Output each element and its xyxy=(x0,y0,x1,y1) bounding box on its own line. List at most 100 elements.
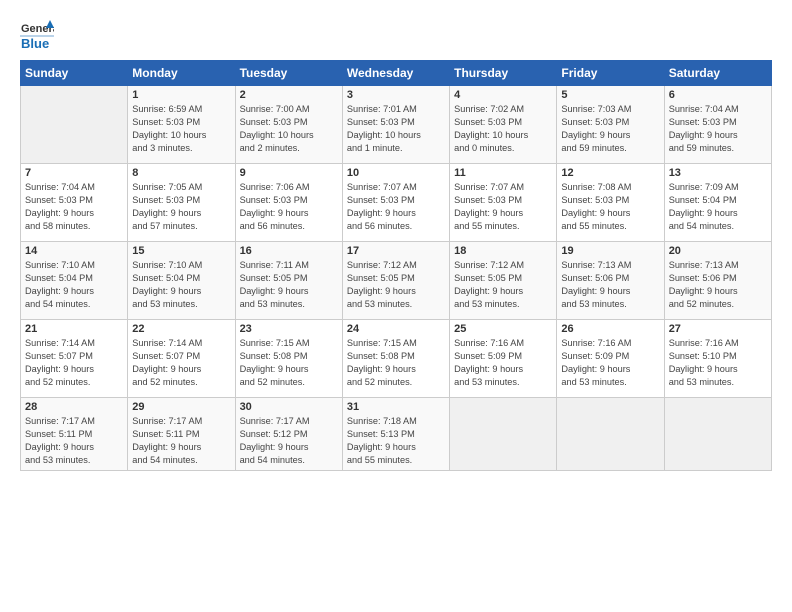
col-header-saturday: Saturday xyxy=(664,61,771,86)
day-number: 25 xyxy=(454,323,552,335)
day-info: Sunrise: 7:17 AM Sunset: 5:11 PM Dayligh… xyxy=(25,415,123,467)
calendar-table: SundayMondayTuesdayWednesdayThursdayFrid… xyxy=(20,60,772,471)
calendar-cell: 5 Sunrise: 7:03 AM Sunset: 5:03 PM Daylig… xyxy=(557,86,664,164)
day-info: Sunrise: 7:07 AM Sunset: 5:03 PM Dayligh… xyxy=(454,181,552,233)
day-info: Sunrise: 7:04 AM Sunset: 5:03 PM Dayligh… xyxy=(669,103,767,155)
calendar-cell: 30 Sunrise: 7:17 AM Sunset: 5:12 PM Dayli… xyxy=(235,398,342,471)
day-info: Sunrise: 7:12 AM Sunset: 5:05 PM Dayligh… xyxy=(454,259,552,311)
calendar-cell xyxy=(21,86,128,164)
day-info: Sunrise: 7:06 AM Sunset: 5:03 PM Dayligh… xyxy=(240,181,338,233)
calendar-cell: 19Sunrise: 7:13 AM Sunset: 5:06 PM Dayli… xyxy=(557,242,664,320)
calendar-cell: 8 Sunrise: 7:05 AM Sunset: 5:03 PM Daylig… xyxy=(128,164,235,242)
day-number: 21 xyxy=(25,323,123,335)
calendar-cell: 2Sunrise: 7:00 AM Sunset: 5:03 PM Daylig… xyxy=(235,86,342,164)
day-info: Sunrise: 7:17 AM Sunset: 5:12 PM Dayligh… xyxy=(240,415,338,467)
day-number: 9 xyxy=(240,167,338,179)
calendar-cell: 22 Sunrise: 7:14 AM Sunset: 5:07 PM Dayli… xyxy=(128,320,235,398)
day-number: 5 xyxy=(561,89,659,101)
day-number: 3 xyxy=(347,89,445,101)
calendar-cell: 13 Sunrise: 7:09 AM Sunset: 5:04 PM Dayli… xyxy=(664,164,771,242)
calendar-cell: 27Sunrise: 7:16 AM Sunset: 5:10 PM Dayli… xyxy=(664,320,771,398)
calendar-cell: 9 Sunrise: 7:06 AM Sunset: 5:03 PM Daylig… xyxy=(235,164,342,242)
day-info: Sunrise: 7:00 AM Sunset: 5:03 PM Dayligh… xyxy=(240,103,338,155)
calendar-cell: 24Sunrise: 7:15 AM Sunset: 5:08 PM Dayli… xyxy=(342,320,449,398)
logo-graphic: General Blue xyxy=(20,18,54,52)
day-info: Sunrise: 7:14 AM Sunset: 5:07 PM Dayligh… xyxy=(132,337,230,389)
day-info: Sunrise: 7:04 AM Sunset: 5:03 PM Dayligh… xyxy=(25,181,123,233)
day-number: 8 xyxy=(132,167,230,179)
calendar-cell: 14 Sunrise: 7:10 AM Sunset: 5:04 PM Dayli… xyxy=(21,242,128,320)
day-info: Sunrise: 7:08 AM Sunset: 5:03 PM Dayligh… xyxy=(561,181,659,233)
page-header: General Blue xyxy=(20,18,772,52)
day-info: Sunrise: 7:13 AM Sunset: 5:06 PM Dayligh… xyxy=(669,259,767,311)
day-info: Sunrise: 7:16 AM Sunset: 5:09 PM Dayligh… xyxy=(454,337,552,389)
calendar-cell: 3Sunrise: 7:01 AM Sunset: 5:03 PM Daylig… xyxy=(342,86,449,164)
day-number: 23 xyxy=(240,323,338,335)
calendar-cell: 25 Sunrise: 7:16 AM Sunset: 5:09 PM Dayli… xyxy=(450,320,557,398)
day-number: 1 xyxy=(132,89,230,101)
day-number: 16 xyxy=(240,245,338,257)
day-info: Sunrise: 7:03 AM Sunset: 5:03 PM Dayligh… xyxy=(561,103,659,155)
logo: General Blue xyxy=(20,18,54,52)
calendar-cell: 6 Sunrise: 7:04 AM Sunset: 5:03 PM Daylig… xyxy=(664,86,771,164)
day-info: Sunrise: 6:59 AM Sunset: 5:03 PM Dayligh… xyxy=(132,103,230,155)
day-info: Sunrise: 7:16 AM Sunset: 5:10 PM Dayligh… xyxy=(669,337,767,389)
day-number: 29 xyxy=(132,401,230,413)
day-number: 24 xyxy=(347,323,445,335)
calendar-cell: 16Sunrise: 7:11 AM Sunset: 5:05 PM Dayli… xyxy=(235,242,342,320)
col-header-wednesday: Wednesday xyxy=(342,61,449,86)
col-header-sunday: Sunday xyxy=(21,61,128,86)
calendar-cell: 29 Sunrise: 7:17 AM Sunset: 5:11 PM Dayli… xyxy=(128,398,235,471)
col-header-friday: Friday xyxy=(557,61,664,86)
day-info: Sunrise: 7:16 AM Sunset: 5:09 PM Dayligh… xyxy=(561,337,659,389)
calendar-cell: 10 Sunrise: 7:07 AM Sunset: 5:03 PM Dayli… xyxy=(342,164,449,242)
calendar-cell: 18 Sunrise: 7:12 AM Sunset: 5:05 PM Dayli… xyxy=(450,242,557,320)
day-info: Sunrise: 7:02 AM Sunset: 5:03 PM Dayligh… xyxy=(454,103,552,155)
day-info: Sunrise: 7:17 AM Sunset: 5:11 PM Dayligh… xyxy=(132,415,230,467)
day-info: Sunrise: 7:05 AM Sunset: 5:03 PM Dayligh… xyxy=(132,181,230,233)
day-number: 31 xyxy=(347,401,445,413)
day-info: Sunrise: 7:10 AM Sunset: 5:04 PM Dayligh… xyxy=(132,259,230,311)
calendar-cell: 15 Sunrise: 7:10 AM Sunset: 5:04 PM Dayli… xyxy=(128,242,235,320)
day-info: Sunrise: 7:10 AM Sunset: 5:04 PM Dayligh… xyxy=(25,259,123,311)
day-number: 22 xyxy=(132,323,230,335)
day-number: 4 xyxy=(454,89,552,101)
calendar-cell: 21 Sunrise: 7:14 AM Sunset: 5:07 PM Dayli… xyxy=(21,320,128,398)
day-number: 6 xyxy=(669,89,767,101)
calendar-cell xyxy=(664,398,771,471)
day-number: 17 xyxy=(347,245,445,257)
day-info: Sunrise: 7:15 AM Sunset: 5:08 PM Dayligh… xyxy=(240,337,338,389)
day-info: Sunrise: 7:12 AM Sunset: 5:05 PM Dayligh… xyxy=(347,259,445,311)
day-number: 20 xyxy=(669,245,767,257)
day-number: 11 xyxy=(454,167,552,179)
calendar-cell: 31Sunrise: 7:18 AM Sunset: 5:13 PM Dayli… xyxy=(342,398,449,471)
day-number: 14 xyxy=(25,245,123,257)
calendar-cell: 20 Sunrise: 7:13 AM Sunset: 5:06 PM Dayli… xyxy=(664,242,771,320)
day-info: Sunrise: 7:14 AM Sunset: 5:07 PM Dayligh… xyxy=(25,337,123,389)
calendar-cell: 1 Sunrise: 6:59 AM Sunset: 5:03 PM Daylig… xyxy=(128,86,235,164)
svg-text:Blue: Blue xyxy=(21,36,49,51)
day-info: Sunrise: 7:09 AM Sunset: 5:04 PM Dayligh… xyxy=(669,181,767,233)
day-number: 28 xyxy=(25,401,123,413)
day-info: Sunrise: 7:13 AM Sunset: 5:06 PM Dayligh… xyxy=(561,259,659,311)
day-number: 15 xyxy=(132,245,230,257)
calendar-cell: 26 Sunrise: 7:16 AM Sunset: 5:09 PM Dayli… xyxy=(557,320,664,398)
day-number: 18 xyxy=(454,245,552,257)
col-header-monday: Monday xyxy=(128,61,235,86)
calendar-cell: 17 Sunrise: 7:12 AM Sunset: 5:05 PM Dayli… xyxy=(342,242,449,320)
col-header-tuesday: Tuesday xyxy=(235,61,342,86)
day-number: 30 xyxy=(240,401,338,413)
calendar-cell: 23 Sunrise: 7:15 AM Sunset: 5:08 PM Dayli… xyxy=(235,320,342,398)
day-number: 13 xyxy=(669,167,767,179)
calendar-cell: 11 Sunrise: 7:07 AM Sunset: 5:03 PM Dayli… xyxy=(450,164,557,242)
day-info: Sunrise: 7:07 AM Sunset: 5:03 PM Dayligh… xyxy=(347,181,445,233)
calendar-cell: 7Sunrise: 7:04 AM Sunset: 5:03 PM Daylig… xyxy=(21,164,128,242)
calendar-cell: 28 Sunrise: 7:17 AM Sunset: 5:11 PM Dayli… xyxy=(21,398,128,471)
calendar-cell xyxy=(450,398,557,471)
day-number: 10 xyxy=(347,167,445,179)
calendar-cell: 4 Sunrise: 7:02 AM Sunset: 5:03 PM Daylig… xyxy=(450,86,557,164)
calendar-cell: 12Sunrise: 7:08 AM Sunset: 5:03 PM Dayli… xyxy=(557,164,664,242)
calendar-cell xyxy=(557,398,664,471)
col-header-thursday: Thursday xyxy=(450,61,557,86)
day-number: 26 xyxy=(561,323,659,335)
